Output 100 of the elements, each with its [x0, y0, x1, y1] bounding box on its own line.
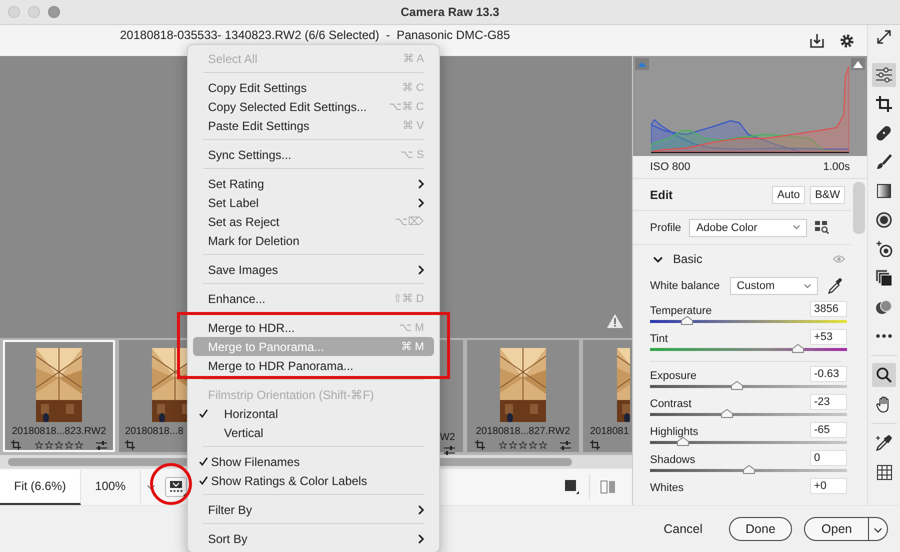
slider-thumb[interactable]: [677, 437, 690, 446]
open-options-button[interactable]: [869, 517, 888, 541]
sliders-icon: [875, 67, 893, 83]
star-icon[interactable]: [498, 441, 506, 449]
slider-thumb[interactable]: [720, 409, 733, 418]
crop-icon: [590, 440, 600, 450]
profile-dropdown[interactable]: Adobe Color: [689, 218, 808, 236]
star-icon[interactable]: [64, 441, 72, 449]
slider-value[interactable]: -23: [810, 394, 847, 410]
star-icon[interactable]: [34, 441, 42, 449]
slider-thumb[interactable]: [742, 465, 754, 474]
compare-view-icon[interactable]: [600, 480, 616, 494]
eyedropper-icon: [876, 435, 892, 451]
radial-filter-icon: [876, 212, 892, 228]
tool-button[interactable]: [872, 63, 896, 87]
settings-icon[interactable]: [839, 32, 855, 48]
shadow-clipping-icon[interactable]: [635, 58, 649, 70]
menu-item[interactable]: Save Images: [193, 260, 434, 279]
thumbnail[interactable]: 20180818...823.RW2: [3, 340, 115, 452]
star-icon[interactable]: [518, 441, 526, 449]
menu-item[interactable]: Sort By: [193, 529, 434, 548]
stacked-squares-icon: [876, 270, 892, 286]
brush-icon: [876, 154, 892, 170]
iso-label: ISO 800: [650, 161, 690, 173]
thumbnail-filename: 20180818...823.RW2: [12, 426, 106, 437]
highlight-circle: [150, 463, 192, 505]
adjustments-icon: [96, 440, 107, 450]
thumbnail[interactable]: 20180818...827.RW2: [467, 340, 579, 452]
slider-thumb[interactable]: [792, 344, 804, 353]
zoom-icon: [876, 367, 892, 383]
menu-item[interactable]: Vertical: [193, 423, 434, 442]
menu-item[interactable]: Horizontal: [193, 404, 434, 423]
highlight-clipping-icon[interactable]: [851, 58, 865, 70]
bandage-icon: [876, 125, 892, 141]
menu-item[interactable]: Merge to HDR Panorama...: [193, 356, 434, 375]
thumbnail[interactable]: 2018081: [583, 340, 632, 452]
menu-item[interactable]: Filter By: [193, 500, 434, 519]
slider-label: Tint: [650, 333, 668, 345]
warning-icon: [607, 314, 623, 328]
slider-value[interactable]: 0: [810, 450, 847, 466]
adjustments-icon: [560, 440, 571, 450]
more-icon: [876, 334, 892, 338]
star-icon[interactable]: [44, 441, 52, 449]
zoom-tab[interactable]: Fit (6.6%): [0, 470, 82, 504]
cancel-button[interactable]: Cancel: [658, 517, 709, 541]
menu-item[interactable]: Set Label: [193, 193, 434, 212]
star-icon[interactable]: [54, 441, 62, 449]
slider-value[interactable]: +53: [810, 329, 847, 345]
crop-icon: [475, 440, 485, 450]
slider-value[interactable]: +0: [810, 478, 847, 494]
shutter-speed-label: 1.00s: [823, 161, 850, 173]
edit-button[interactable]: Auto: [772, 186, 805, 204]
slider-value[interactable]: -0.63: [810, 366, 847, 382]
star-icon[interactable]: [74, 441, 82, 449]
crop-icon: [876, 96, 892, 112]
slider-thumb[interactable]: [681, 316, 694, 325]
menu-item[interactable]: Copy Edit Settings ⌘ C: [193, 78, 434, 97]
menu-item[interactable]: Sync Settings... ⌥ S: [193, 145, 434, 164]
eyedropper-icon[interactable]: [828, 278, 842, 294]
zoom-button[interactable]: [48, 6, 60, 18]
slider-value[interactable]: 3856: [810, 301, 847, 317]
tool-button[interactable]: [872, 363, 896, 387]
menu-item[interactable]: Set Rating: [193, 174, 434, 193]
profile-browser-icon[interactable]: [815, 220, 830, 234]
chevron-icon[interactable]: [653, 256, 663, 262]
thumbnail[interactable]: 20180818...8: [119, 340, 189, 452]
menu-item[interactable]: Show Ratings & Color Labels: [193, 471, 434, 490]
adjustments-icon: [444, 446, 455, 455]
open-button[interactable]: Open: [804, 517, 869, 541]
background-color-icon[interactable]: [565, 480, 579, 494]
done-button[interactable]: Done: [728, 517, 792, 541]
slider-value[interactable]: -65: [810, 422, 847, 438]
scrollbar[interactable]: [853, 182, 865, 234]
gradient-icon: [877, 184, 891, 198]
menu-item[interactable]: Merge to HDR... ⌥ M: [193, 318, 434, 337]
slider-label: Whites: [650, 482, 684, 494]
slider-label: Temperature: [650, 305, 712, 317]
slider-thumb[interactable]: [730, 381, 743, 390]
menu-item[interactable]: Show Filenames: [193, 452, 434, 471]
star-icon[interactable]: [538, 441, 546, 449]
star-icon[interactable]: [508, 441, 516, 449]
star-icon[interactable]: [528, 441, 536, 449]
edit-button[interactable]: B&W: [810, 186, 845, 204]
slider-label: Exposure: [650, 370, 696, 382]
menu-item[interactable]: Mark for Deletion: [193, 231, 434, 250]
menu-item[interactable]: Copy Selected Edit Settings... ⌥⌘ C: [193, 97, 434, 116]
thumbnail-filename: 2018081: [590, 426, 629, 437]
window-title: Camera Raw 13.3: [400, 5, 500, 19]
filmstrip-menu-icon[interactable]: [164, 477, 187, 497]
menu-item[interactable]: Set as Reject ⌥⌦: [193, 212, 434, 231]
slider-label: Shadows: [650, 454, 696, 466]
crop-icon: [11, 440, 21, 450]
expand-icon[interactable]: [877, 30, 891, 44]
menu-item[interactable]: Enhance... ⇧⌘ D: [193, 289, 434, 308]
thumbnail-filename: 20180818...827.RW2: [476, 426, 570, 437]
menu-item[interactable]: Paste Edit Settings ⌘ V: [193, 116, 434, 135]
download-icon[interactable]: [809, 32, 825, 48]
file-title: 20180818-035533- 1340823.RW2 (6/6 Selected) - Panasonic DMC-G85: [120, 27, 512, 42]
circles-icon: [876, 299, 892, 315]
balance-mode-dropdown[interactable]: Custom: [730, 277, 818, 295]
